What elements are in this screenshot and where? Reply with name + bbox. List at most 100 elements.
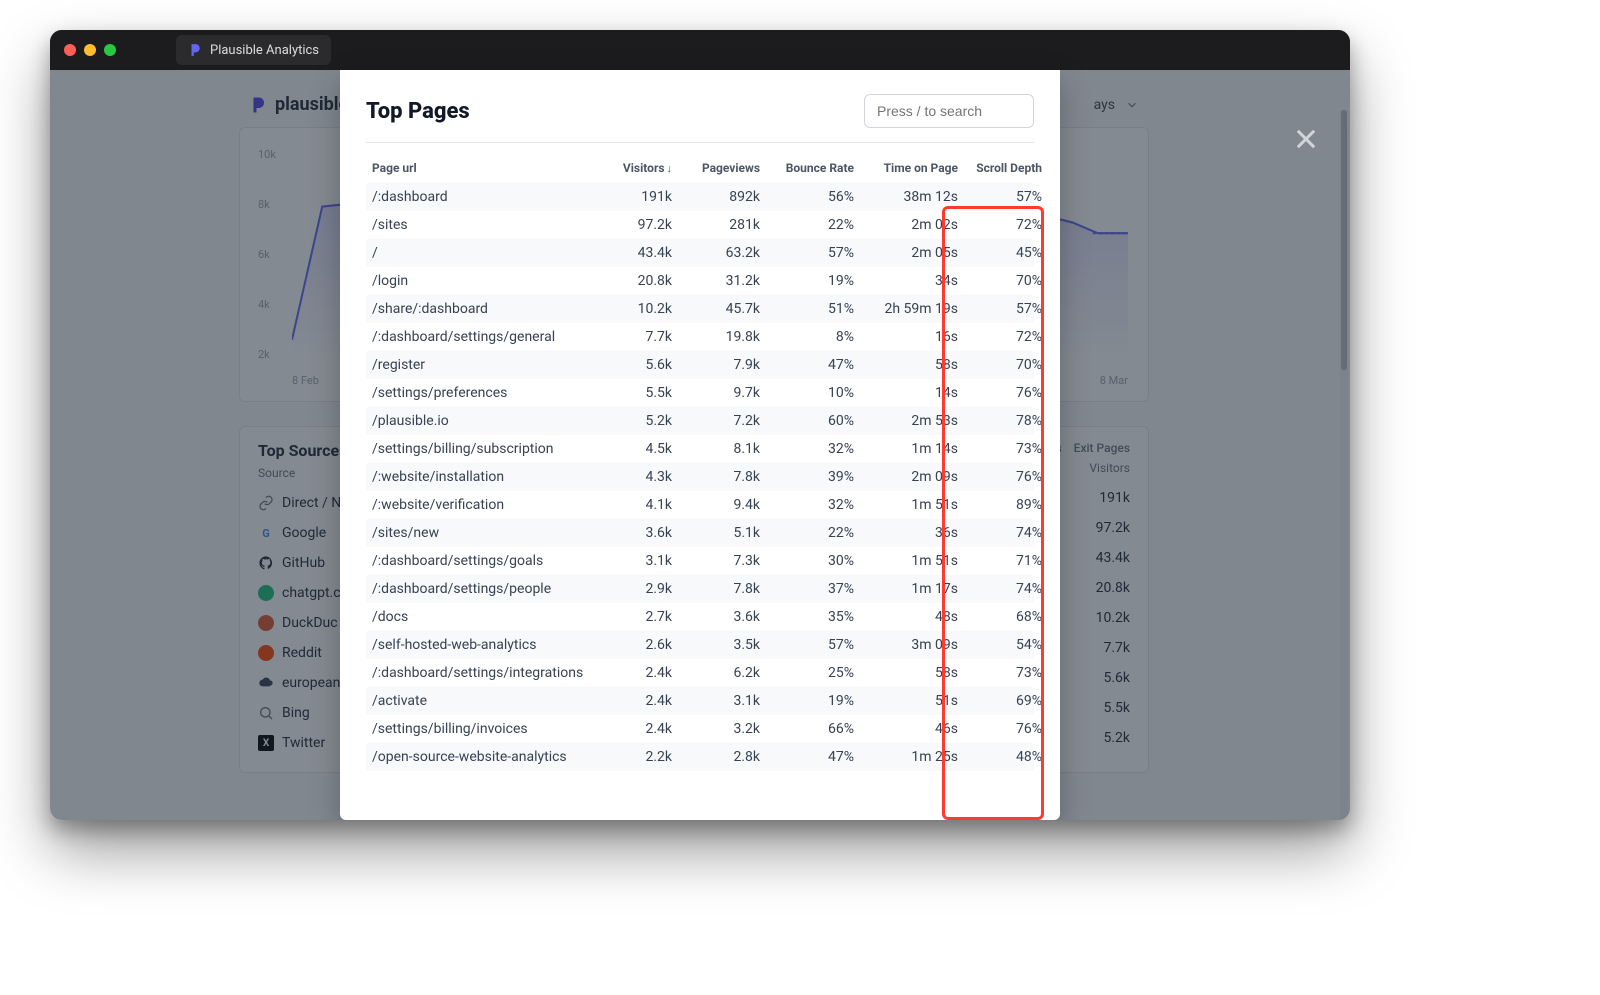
- cell-url: /login: [372, 273, 592, 289]
- cell-url: /:dashboard/settings/integrations: [372, 665, 592, 681]
- col-scroll-depth[interactable]: Scroll Depth: [958, 161, 1042, 175]
- table-row[interactable]: /:dashboard/settings/general7.7k19.8k8%1…: [366, 323, 1034, 351]
- cell-time: 34s: [854, 273, 958, 289]
- table-row[interactable]: /:website/verification4.1k9.4k32%1m 51s8…: [366, 491, 1034, 519]
- cell-scroll: 70%: [958, 273, 1042, 289]
- cell-bounce: 30%: [760, 553, 854, 569]
- col-time-on-page[interactable]: Time on Page: [854, 161, 958, 175]
- table-row[interactable]: /settings/billing/subscription4.5k8.1k32…: [366, 435, 1034, 463]
- cell-bounce: 60%: [760, 413, 854, 429]
- cell-visitors: 4.5k: [592, 441, 672, 457]
- cell-time: 2m 02s: [854, 217, 958, 233]
- table-row[interactable]: /:dashboard/settings/goals3.1k7.3k30%1m …: [366, 547, 1034, 575]
- cell-scroll: 70%: [958, 357, 1042, 373]
- col-visitors[interactable]: Visitors↓: [592, 161, 672, 175]
- cell-visitors: 5.5k: [592, 385, 672, 401]
- cell-visitors: 2.7k: [592, 609, 672, 625]
- col-page-url[interactable]: Page url: [372, 161, 592, 175]
- search-input[interactable]: [864, 94, 1034, 128]
- cell-bounce: 25%: [760, 665, 854, 681]
- cell-scroll: 54%: [958, 637, 1042, 653]
- table-row[interactable]: /43.4k63.2k57%2m 05s45%: [366, 239, 1034, 267]
- col-bounce-rate[interactable]: Bounce Rate: [760, 161, 854, 175]
- cell-url: /sites/new: [372, 525, 592, 541]
- cell-scroll: 45%: [958, 245, 1042, 261]
- cell-visitors: 3.6k: [592, 525, 672, 541]
- cell-bounce: 66%: [760, 721, 854, 737]
- cell-bounce: 22%: [760, 525, 854, 541]
- cell-visitors: 7.7k: [592, 329, 672, 345]
- cell-bounce: 56%: [760, 189, 854, 205]
- cell-url: /:dashboard/settings/goals: [372, 553, 592, 569]
- page: plausible.io ays 10k8k6k4k2k: [50, 70, 1350, 820]
- close-window-button[interactable]: [64, 44, 76, 56]
- table-row[interactable]: /docs2.7k3.6k35%48s68%: [366, 603, 1034, 631]
- browser-tab[interactable]: Plausible Analytics: [176, 35, 331, 65]
- cell-bounce: 32%: [760, 441, 854, 457]
- cell-pageviews: 7.8k: [672, 469, 760, 485]
- cell-pageviews: 7.3k: [672, 553, 760, 569]
- cell-pageviews: 19.8k: [672, 329, 760, 345]
- cell-url: /share/:dashboard: [372, 301, 592, 317]
- cell-bounce: 37%: [760, 581, 854, 597]
- cell-scroll: 57%: [958, 189, 1042, 205]
- cell-pageviews: 7.2k: [672, 413, 760, 429]
- cell-visitors: 5.6k: [592, 357, 672, 373]
- cell-pageviews: 3.2k: [672, 721, 760, 737]
- cell-visitors: 10.2k: [592, 301, 672, 317]
- cell-time: 1m 25s: [854, 749, 958, 765]
- table-row[interactable]: /sites97.2k281k22%2m 02s72%: [366, 211, 1034, 239]
- cell-bounce: 8%: [760, 329, 854, 345]
- cell-url: /register: [372, 357, 592, 373]
- cell-visitors: 43.4k: [592, 245, 672, 261]
- titlebar: Plausible Analytics: [50, 30, 1350, 70]
- cell-pageviews: 45.7k: [672, 301, 760, 317]
- cell-time: 38m 12s: [854, 189, 958, 205]
- minimize-window-button[interactable]: [84, 44, 96, 56]
- cell-pageviews: 281k: [672, 217, 760, 233]
- cell-url: /settings/billing/subscription: [372, 441, 592, 457]
- cell-visitors: 2.6k: [592, 637, 672, 653]
- close-modal-button[interactable]: [1292, 125, 1320, 157]
- cell-pageviews: 6.2k: [672, 665, 760, 681]
- maximize-window-button[interactable]: [104, 44, 116, 56]
- table-row[interactable]: /register5.6k7.9k47%58s70%: [366, 351, 1034, 379]
- table-row[interactable]: /settings/preferences5.5k9.7k10%14s76%: [366, 379, 1034, 407]
- table-row[interactable]: /:dashboard/settings/people2.9k7.8k37%1m…: [366, 575, 1034, 603]
- cell-time: 46s: [854, 721, 958, 737]
- cell-url: /:dashboard/settings/people: [372, 581, 592, 597]
- cell-scroll: 71%: [958, 553, 1042, 569]
- cell-bounce: 47%: [760, 749, 854, 765]
- table-row[interactable]: /settings/billing/invoices2.4k3.2k66%46s…: [366, 715, 1034, 743]
- cell-time: 1m 51s: [854, 497, 958, 513]
- table-row[interactable]: /share/:dashboard10.2k45.7k51%2h 59m 19s…: [366, 295, 1034, 323]
- cell-pageviews: 63.2k: [672, 245, 760, 261]
- cell-url: /:website/verification: [372, 497, 592, 513]
- table-row[interactable]: /sites/new3.6k5.1k22%36s74%: [366, 519, 1034, 547]
- table-row[interactable]: /:website/installation4.3k7.8k39%2m 09s7…: [366, 463, 1034, 491]
- cell-url: /:dashboard/settings/general: [372, 329, 592, 345]
- cell-scroll: 48%: [958, 749, 1042, 765]
- table-row[interactable]: /plausible.io5.2k7.2k60%2m 53s78%: [366, 407, 1034, 435]
- cell-time: 14s: [854, 385, 958, 401]
- col-pageviews[interactable]: Pageviews: [672, 161, 760, 175]
- table-row[interactable]: /open-source-website-analytics2.2k2.8k47…: [366, 743, 1034, 771]
- cell-scroll: 73%: [958, 665, 1042, 681]
- table-row[interactable]: /:dashboard191k892k56%38m 12s57%: [366, 183, 1034, 211]
- cell-scroll: 69%: [958, 693, 1042, 709]
- cell-url: /plausible.io: [372, 413, 592, 429]
- cell-bounce: 32%: [760, 497, 854, 513]
- cell-time: 58s: [854, 665, 958, 681]
- table-row[interactable]: /activate2.4k3.1k19%51s69%: [366, 687, 1034, 715]
- cell-url: /sites: [372, 217, 592, 233]
- cell-scroll: 68%: [958, 609, 1042, 625]
- table-row[interactable]: /:dashboard/settings/integrations2.4k6.2…: [366, 659, 1034, 687]
- cell-pageviews: 3.6k: [672, 609, 760, 625]
- cell-scroll: 89%: [958, 497, 1042, 513]
- cell-pageviews: 9.4k: [672, 497, 760, 513]
- cell-time: 51s: [854, 693, 958, 709]
- table-row[interactable]: /self-hosted-web-analytics2.6k3.5k57%3m …: [366, 631, 1034, 659]
- cell-time: 1m 17s: [854, 581, 958, 597]
- cell-url: /settings/preferences: [372, 385, 592, 401]
- table-row[interactable]: /login20.8k31.2k19%34s70%: [366, 267, 1034, 295]
